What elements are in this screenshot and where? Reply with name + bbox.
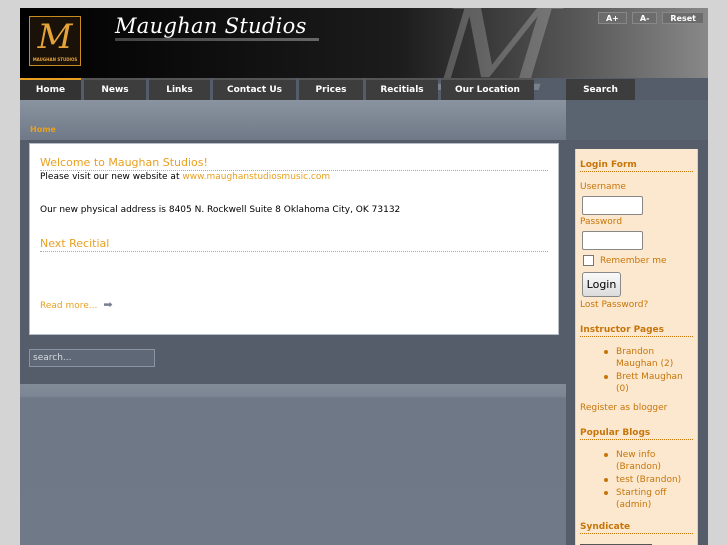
list-item[interactable]: Starting off (admin) (604, 487, 688, 511)
font-size-controls: A+ A- Reset (597, 12, 704, 24)
main-nav: Home News Links Contact Us Prices Reciti… (20, 78, 537, 100)
site-title: Maughan Studios (115, 14, 307, 38)
font-decrease-button[interactable]: A- (631, 12, 658, 24)
list-item[interactable]: test (Brandon) (604, 474, 688, 486)
nav-item-contact-us[interactable]: Contact Us (213, 78, 296, 100)
header: M MAUGHAN STUDIOS Maughan Studios M A+ A… (20, 8, 708, 119)
lost-password-link[interactable]: Lost Password? (580, 300, 648, 310)
sidebar-top-band (566, 100, 708, 140)
page: M MAUGHAN STUDIOS Maughan Studios M A+ A… (20, 8, 708, 545)
title-underline (115, 38, 319, 41)
list-item[interactable]: Brandon Maughan (2) (604, 346, 688, 370)
nav-item-our-location[interactable]: Our Location (441, 78, 534, 100)
breadcrumb-band (20, 100, 566, 140)
remember-me-checkbox[interactable] (583, 255, 594, 266)
visit-text: Please visit our new website at (40, 172, 180, 182)
breadcrumb[interactable]: Home (30, 125, 56, 134)
nav-item-news[interactable]: News (84, 78, 146, 100)
nav-item-home[interactable]: Home (20, 78, 81, 100)
nav-item-links[interactable]: Links (149, 78, 210, 100)
read-more-link[interactable]: Read more... ➡ (40, 298, 113, 311)
visit-line: Please visit our new website at www.maug… (40, 172, 330, 182)
logo-caption: MAUGHAN STUDIOS (32, 57, 78, 62)
main-content: Welcome to Maughan Studios! Please visit… (29, 143, 559, 335)
logo[interactable]: M MAUGHAN STUDIOS (29, 16, 81, 66)
font-reset-button[interactable]: Reset (662, 12, 704, 24)
password-field[interactable] (582, 231, 643, 250)
syndicate-title: Syndicate (580, 522, 693, 534)
read-more-label: Read more... (40, 301, 98, 311)
register-blogger-link[interactable]: Register as blogger (580, 403, 667, 413)
popular-blogs-list: New info (Brandon) test (Brandon) Starti… (604, 449, 688, 512)
nav-item-prices[interactable]: Prices (299, 78, 363, 100)
username-label: Username (580, 182, 626, 192)
address-text: Our new physical address is 8405 N. Rock… (40, 205, 401, 215)
logo-letter: M (37, 17, 73, 57)
username-field[interactable] (582, 196, 643, 215)
search-input[interactable]: search... (29, 349, 155, 367)
list-item[interactable]: New info (Brandon) (604, 449, 688, 473)
arrow-right-icon: ➡ (103, 298, 113, 311)
list-item[interactable]: Brett Maughan (0) (604, 371, 688, 395)
next-recital-title[interactable]: Next Recitial (40, 237, 548, 252)
login-button[interactable]: Login (582, 272, 621, 297)
lower-band (20, 384, 566, 545)
remember-me-label: Remember me (600, 256, 667, 266)
sidebar: Login Form Username Password Remember me… (575, 149, 698, 545)
login-form-title: Login Form (580, 160, 693, 172)
popular-blogs-title: Popular Blogs (580, 428, 693, 440)
nav-item-recitials[interactable]: Recitials (366, 78, 438, 100)
website-link[interactable]: www.maughanstudiosmusic.com (182, 172, 330, 182)
search-tab[interactable]: Search (566, 79, 635, 101)
password-label: Password (580, 217, 623, 227)
instructor-pages-title: Instructor Pages (580, 325, 693, 337)
instructor-list: Brandon Maughan (2) Brett Maughan (0) (604, 346, 688, 396)
font-increase-button[interactable]: A+ (597, 12, 627, 24)
welcome-title[interactable]: Welcome to Maughan Studios! (40, 156, 548, 171)
